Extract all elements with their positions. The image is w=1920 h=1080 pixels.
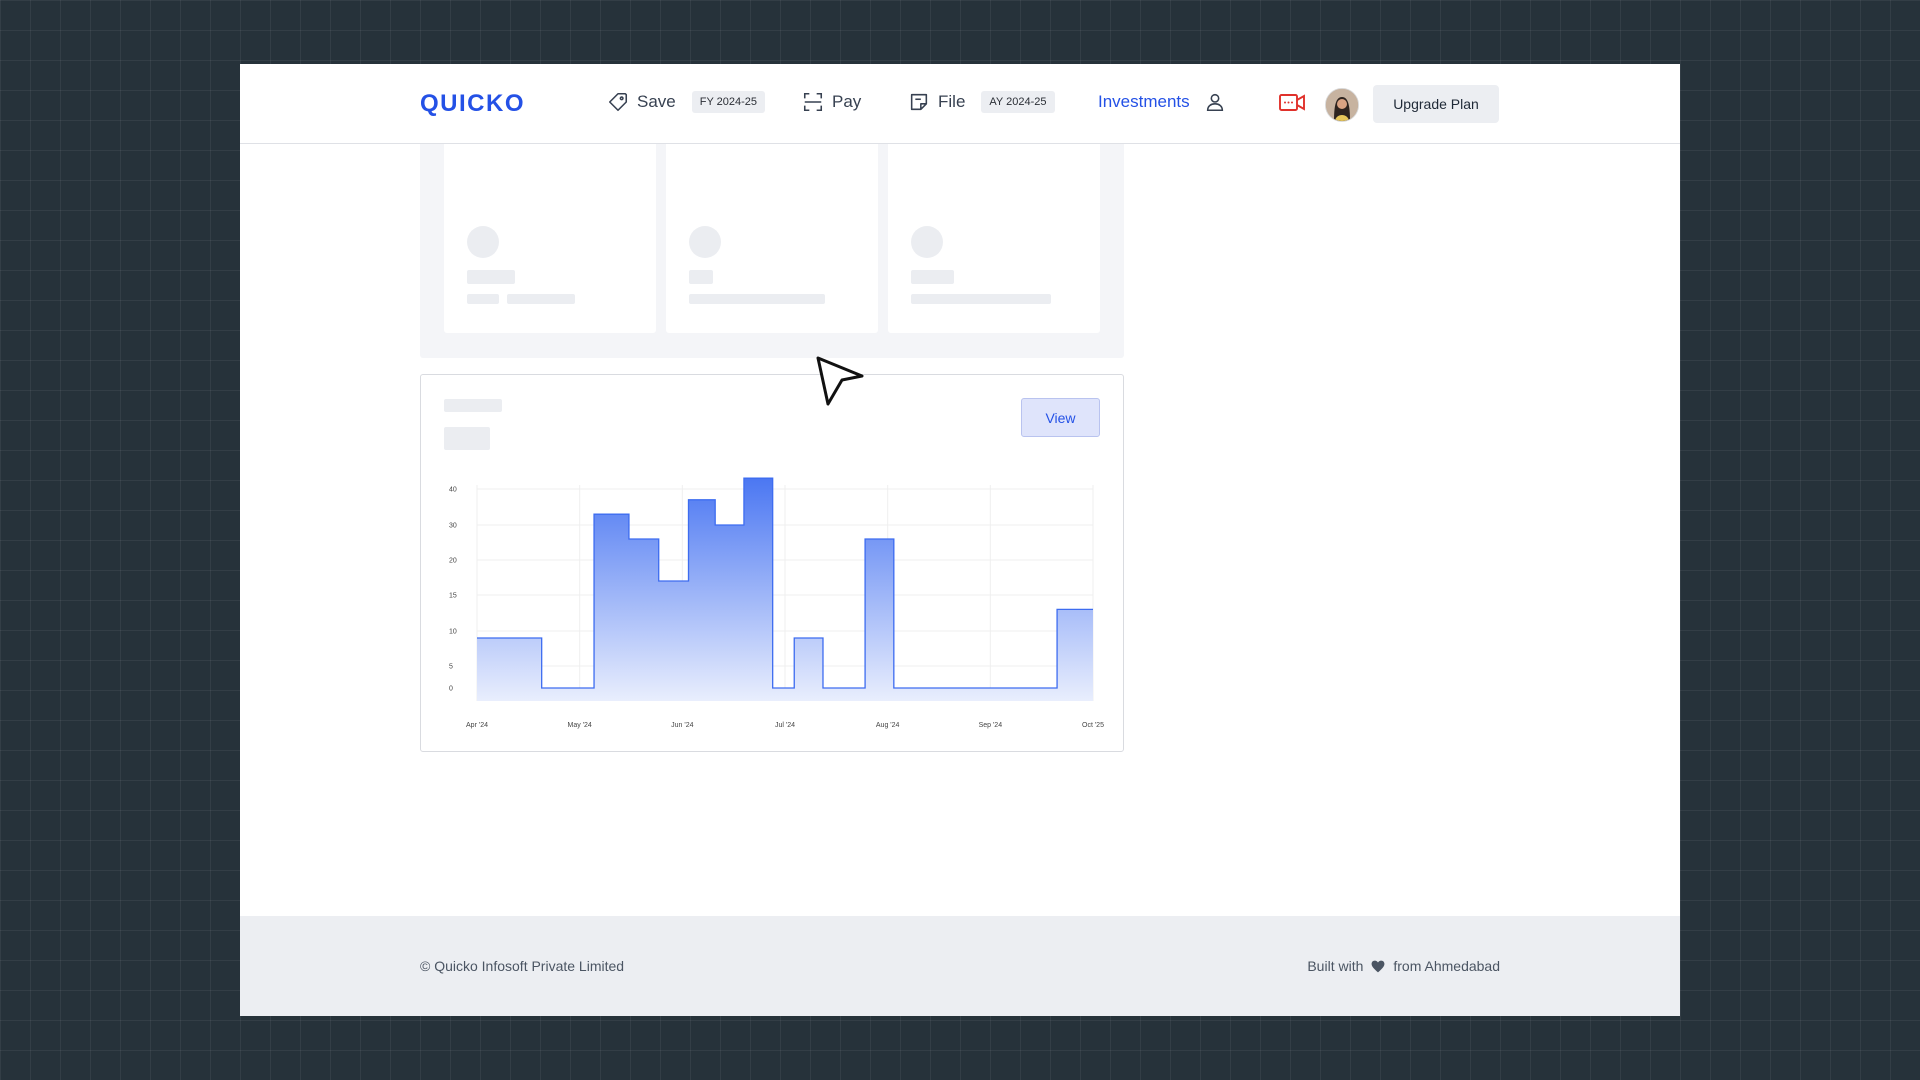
ay-badge: AY 2024-25 — [981, 91, 1055, 113]
built-with-text: Built with from Ahmedabad — [1307, 958, 1500, 974]
nav-file[interactable]: File AY 2024-25 — [908, 91, 1055, 113]
nav-pay-label: Pay — [832, 92, 862, 111]
x-tick-label: Apr '24 — [466, 722, 488, 729]
skeleton-circle — [467, 226, 499, 258]
skeleton-card — [888, 144, 1100, 333]
y-tick-label: 10 — [449, 629, 457, 636]
fy-badge: FY 2024-25 — [691, 91, 766, 113]
skeleton-line — [689, 270, 713, 284]
skeleton-card — [666, 144, 878, 333]
upgrade-plan-button[interactable]: Upgrade Plan — [1373, 85, 1499, 123]
built-with-suffix: from Ahmedabad — [1393, 958, 1500, 974]
file-icon — [910, 93, 928, 111]
skeleton-line — [911, 294, 1051, 304]
video-call-icon[interactable] — [1278, 92, 1306, 119]
nav-investments-label: Investments — [1098, 92, 1190, 111]
x-tick-label: Sep '24 — [979, 722, 1003, 729]
scan-icon — [803, 92, 823, 112]
app-window: QUICKO Save FY 2024-25 Pay File AY 2024-… — [240, 64, 1680, 1016]
skeleton-line — [467, 294, 499, 304]
x-tick-label: Aug '24 — [876, 722, 900, 729]
built-with-prefix: Built with — [1307, 958, 1364, 974]
skeleton-circle — [689, 226, 721, 258]
step-area-chart: 0 5 10 15 20 30 40 Apr '24 May '24 Jun '24 Jul '24… — [449, 477, 1104, 729]
x-tick-label: Jun '24 — [671, 722, 693, 729]
skeleton-line — [689, 294, 825, 304]
x-tick-label: Oct '25 — [1082, 722, 1104, 729]
nav-save-label: Save — [637, 92, 676, 111]
skeleton-line — [507, 294, 575, 304]
y-tick-label: 0 — [449, 686, 453, 693]
y-tick-label: 15 — [449, 593, 457, 600]
avatar-image — [1326, 89, 1358, 121]
footer: © Quicko Infosoft Private Limited Built … — [240, 916, 1680, 1016]
nav-save[interactable]: Save FY 2024-25 — [607, 91, 766, 113]
avatar[interactable] — [1325, 88, 1359, 122]
x-tick-label: Jul '24 — [775, 722, 795, 729]
summary-skeleton-panel — [420, 144, 1124, 358]
user-icon — [1206, 93, 1223, 112]
copyright-text: © Quicko Infosoft Private Limited — [420, 958, 625, 974]
top-navbar: QUICKO Save FY 2024-25 Pay File AY 2024-… — [240, 64, 1680, 144]
skeleton-line — [911, 270, 954, 284]
skeleton-card — [444, 144, 656, 333]
heart-icon — [1371, 960, 1385, 972]
nav-pay[interactable]: Pay — [802, 91, 861, 113]
y-tick-label: 40 — [449, 487, 457, 494]
investment-chart-card: View 0 5 10 15 20 30 40 Apr '24 May '24 Jun '24 Ju… — [420, 374, 1124, 752]
nav-investments[interactable]: Investments — [1098, 91, 1226, 113]
quicko-logo[interactable]: QUICKO — [420, 90, 525, 118]
y-tick-label: 5 — [449, 664, 453, 671]
tag-icon — [608, 92, 628, 112]
skeleton-line — [467, 270, 515, 284]
y-tick-label: 30 — [449, 523, 457, 530]
mouse-pointer-icon — [816, 356, 864, 406]
nav-file-label: File — [938, 92, 966, 111]
y-tick-label: 20 — [449, 558, 457, 565]
skeleton-circle — [911, 226, 943, 258]
x-tick-label: May '24 — [568, 722, 592, 729]
